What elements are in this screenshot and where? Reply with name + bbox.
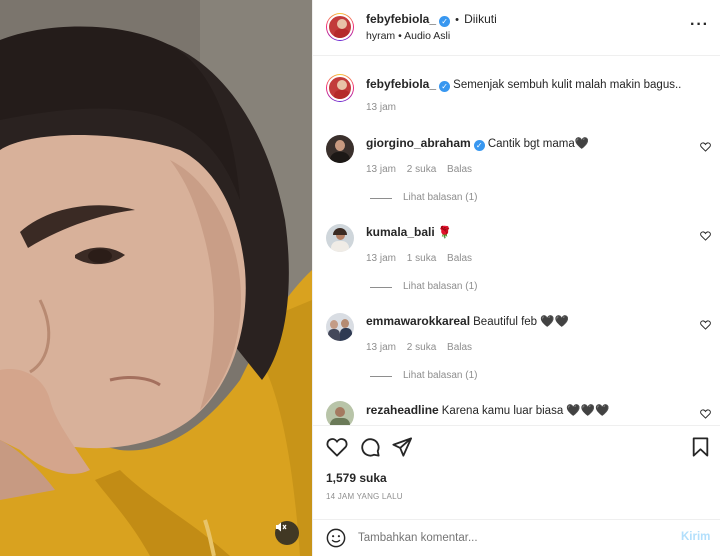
- comment-likes[interactable]: 2 suka: [407, 342, 436, 353]
- caption: febyfebiola_ ✓ Semenjak sembuh kulit mal…: [366, 77, 681, 92]
- submit-comment-button[interactable]: Kirim: [681, 531, 710, 543]
- save-bookmark-icon[interactable]: [692, 437, 709, 457]
- speaker-muted-icon: [276, 522, 287, 532]
- like-heart-icon[interactable]: [326, 437, 348, 457]
- post-date[interactable]: 14 JAM YANG LALU: [326, 492, 403, 501]
- like-comment-heart-icon[interactable]: [700, 409, 711, 419]
- mute-toggle-button[interactable]: [275, 521, 299, 545]
- like-comment-heart-icon[interactable]: [700, 142, 711, 152]
- comment-likes[interactable]: 1 suka: [407, 253, 436, 264]
- comment-likes[interactable]: 2 suka: [407, 164, 436, 175]
- header-separator: •: [455, 14, 460, 26]
- like-comment-heart-icon[interactable]: [700, 320, 711, 330]
- comment-avatar[interactable]: [326, 313, 354, 341]
- post-actions: 1,579 suka 14 JAM YANG LALU: [313, 425, 720, 522]
- comment-row: emmawarokkareal Beautiful feb 🖤🖤: [366, 314, 569, 328]
- comment-time[interactable]: 13 jam: [366, 164, 396, 175]
- comment-text: Karena kamu luar biasa 🖤🖤🖤: [441, 405, 610, 417]
- caption-author-avatar[interactable]: [326, 74, 354, 102]
- video-frame-illustration: [0, 0, 312, 556]
- comment-row: kumala_bali 🌹: [366, 225, 452, 239]
- comment-time[interactable]: 13 jam: [366, 342, 396, 353]
- reply-divider: [370, 198, 392, 199]
- comment-username[interactable]: emmawarokkareal: [366, 314, 470, 328]
- post-details-panel: febyfebiola_ ✓ • Diikuti hyram • Audio A…: [312, 0, 720, 556]
- emoji-icon[interactable]: [326, 528, 346, 548]
- reply-button[interactable]: Balas: [447, 253, 472, 264]
- reply-button[interactable]: Balas: [447, 342, 472, 353]
- reply-button[interactable]: Balas: [447, 164, 472, 175]
- comment-username[interactable]: giorgino_abraham: [366, 136, 471, 150]
- author-avatar[interactable]: [326, 13, 354, 41]
- view-replies-button[interactable]: Lihat balasan (1): [403, 192, 478, 203]
- reply-divider: [370, 376, 392, 377]
- comment-text: Beautiful feb 🖤🖤: [473, 316, 569, 328]
- verified-badge-icon: ✓: [439, 81, 451, 92]
- comment-text: 🌹: [437, 227, 453, 239]
- view-replies-button[interactable]: Lihat balasan (1): [403, 370, 478, 381]
- comment-username[interactable]: rezaheadline: [366, 403, 439, 417]
- comment-row: rezaheadline Karena kamu luar biasa 🖤🖤🖤: [366, 403, 609, 417]
- author-username[interactable]: febyfebiola_: [366, 12, 436, 26]
- more-options-icon[interactable]: ···: [690, 16, 709, 34]
- post-header: febyfebiola_ ✓ • Diikuti hyram • Audio A…: [313, 0, 720, 56]
- caption-text: Semenjak sembuh kulit malah makin bagus.…: [453, 79, 682, 91]
- like-comment-heart-icon[interactable]: [700, 231, 711, 241]
- follow-status[interactable]: Diikuti: [464, 12, 497, 26]
- like-count[interactable]: 1,579 suka: [326, 471, 387, 485]
- share-paper-plane-icon[interactable]: [392, 437, 412, 457]
- comment-avatar[interactable]: [326, 135, 354, 163]
- post-media-video[interactable]: [0, 0, 312, 556]
- reply-divider: [370, 287, 392, 288]
- comment-username[interactable]: kumala_bali: [366, 225, 435, 239]
- comment-text: Cantik bgt mama🖤: [487, 138, 590, 150]
- comment-time[interactable]: 13 jam: [366, 253, 396, 264]
- verified-badge-icon: ✓: [439, 16, 451, 27]
- caption-username[interactable]: febyfebiola_: [366, 77, 436, 91]
- view-replies-button[interactable]: Lihat balasan (1): [403, 281, 478, 292]
- comment-bubble-icon[interactable]: [360, 437, 380, 457]
- add-comment-bar: Kirim: [313, 519, 720, 556]
- comment-avatar[interactable]: [326, 401, 354, 425]
- comment-avatar[interactable]: [326, 224, 354, 252]
- caption-time[interactable]: 13 jam: [366, 102, 396, 113]
- comment-row: giorgino_abraham ✓ Cantik bgt mama🖤: [366, 136, 589, 151]
- comments-list[interactable]: febyfebiola_ ✓ Semenjak sembuh kulit mal…: [313, 57, 720, 425]
- audio-info[interactable]: hyram • Audio Asli: [366, 30, 450, 42]
- verified-badge-icon: ✓: [473, 140, 485, 151]
- comment-input[interactable]: [358, 528, 658, 548]
